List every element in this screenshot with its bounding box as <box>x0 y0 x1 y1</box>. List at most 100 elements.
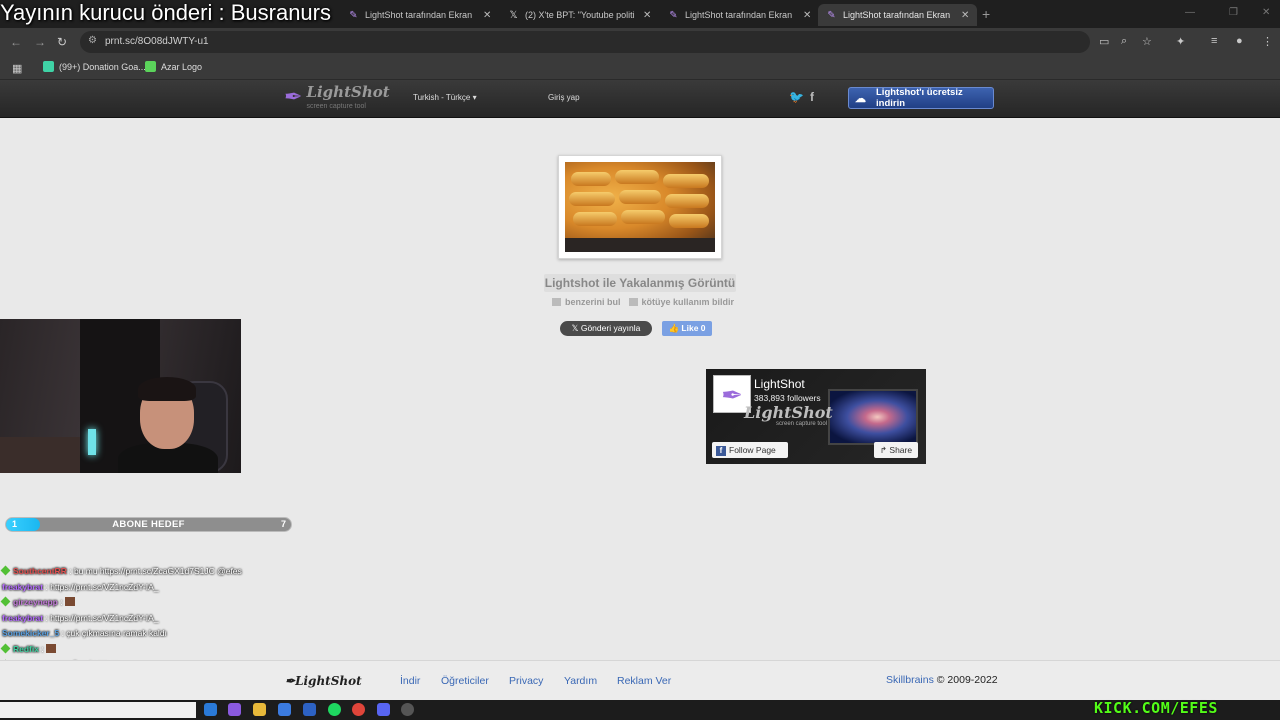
zoom-icon[interactable]: ⌕ <box>1121 35 1127 48</box>
chat-text: : <box>60 597 63 608</box>
login-link[interactable]: Giriş yap <box>548 93 580 102</box>
window-close-icon[interactable]: ✕ <box>1262 7 1270 18</box>
bookmark-favicon-icon <box>145 61 156 72</box>
close-icon[interactable]: ✕ <box>961 10 969 21</box>
forward-icon[interactable]: → <box>34 35 46 49</box>
fb-share-button[interactable]: ↱ Share <box>874 442 918 458</box>
site-settings-icon[interactable]: ⚙ <box>88 35 97 46</box>
brand-tagline: screen capture tool <box>306 103 366 110</box>
close-icon[interactable]: ✕ <box>483 10 491 21</box>
bookmark-star-icon[interactable]: ☆ <box>1142 35 1152 48</box>
find-similar-label: benzerini bul <box>565 297 621 307</box>
edge-icon[interactable] <box>204 703 217 716</box>
company-link[interactable]: Skillbrains <box>886 674 934 686</box>
subscriber-badge-icon <box>0 643 11 654</box>
footer-link-advertise[interactable]: Reklam Ver <box>617 675 671 687</box>
goal-target: 7 <box>280 519 286 529</box>
footer-logo[interactable]: ✒LightShot <box>285 674 362 688</box>
fb-followers-count: 383,893 followers <box>754 393 821 403</box>
spotify-icon[interactable] <box>328 703 341 716</box>
footer-link-tutorials[interactable]: Öğreticiler <box>441 675 489 687</box>
subscriber-badge-icon <box>0 596 11 607</box>
chat-username: Redfix <box>13 643 39 654</box>
chat-username: freakybrat <box>2 612 44 623</box>
download-button[interactable]: ☁ Lightshot'ı ücretsiz indirin <box>848 87 994 109</box>
reading-list-icon[interactable]: ≡ <box>1211 35 1217 47</box>
obs-icon[interactable] <box>401 703 414 716</box>
bookmarks-bar: ▦ (99+) Donation Goa... Azar Logo <box>0 56 1280 80</box>
menu-kebab-icon[interactable]: ⋮ <box>1262 35 1273 48</box>
reload-icon[interactable]: ↻ <box>57 35 67 49</box>
address-bar[interactable]: ⚙ prnt.sc/8O08dJWTY-u1 <box>80 31 1090 53</box>
bookmark-label: Azar Logo <box>161 61 203 72</box>
taskbar-search[interactable] <box>0 702 196 718</box>
copilot-icon[interactable] <box>228 703 241 716</box>
x-logo-icon: 𝕏 <box>509 9 518 21</box>
report-abuse-link[interactable]: kötüye kullanım bildir <box>628 297 735 307</box>
maximize-icon[interactable]: ❐ <box>1229 7 1238 18</box>
chat-message: SouthcentRR : bu mu https://prnt.sc/ZcaG… <box>0 564 302 580</box>
chat-username: SouthcentRR <box>13 566 67 576</box>
discord-icon[interactable] <box>377 703 390 716</box>
webcam-overlay <box>0 319 241 473</box>
lightshot-logo[interactable]: ✒ LightShot screen capture tool <box>284 84 390 110</box>
facebook-like-button[interactable]: 👍 Like 0 <box>662 321 712 336</box>
chat-emote-icon <box>65 597 75 607</box>
fb-follow-button[interactable]: f Follow Page <box>712 442 788 458</box>
fb-cover-tagline: screen capture tool <box>776 421 828 427</box>
apps-grid-icon[interactable]: ▦ <box>12 62 22 75</box>
share-label: Share <box>889 445 913 455</box>
tab-label: LightShot tarafından Ekran Gön <box>843 10 953 20</box>
back-icon[interactable]: ← <box>10 35 22 49</box>
bookmark-azar-logo[interactable]: Azar Logo <box>145 61 202 72</box>
facebook-page-widget[interactable]: ✒ LightShot 383,893 followers LightShot … <box>706 369 926 464</box>
lightshot-footer: ✒LightShot İndir Öğreticiler Privacy Yar… <box>0 660 1280 700</box>
tab-lightshot-2[interactable]: ✎ LightShot tarafından Ekran Gön ✕ <box>660 4 819 26</box>
tweet-label: Gönderi yayınla <box>580 323 641 333</box>
cast-icon[interactable]: ▭ <box>1099 35 1109 48</box>
footer-link-download[interactable]: İndir <box>400 675 420 687</box>
file-explorer-icon[interactable] <box>253 703 266 716</box>
fb-page-name[interactable]: LightShot <box>754 377 805 391</box>
outlook-icon[interactable] <box>303 703 316 716</box>
lightshot-feather-icon: ✎ <box>349 9 358 21</box>
screenshot-image <box>565 162 715 252</box>
chat-message: girzeynepp : <box>0 595 302 611</box>
new-tab-icon[interactable]: + <box>982 6 990 22</box>
x-logo-icon: 𝕏 <box>571 323 579 333</box>
tab-lightshot-1[interactable]: ✎ LightShot tarafından Ekran Gön ✕ <box>340 4 499 26</box>
chrome-icon[interactable] <box>352 703 365 716</box>
bookmark-donation-goal[interactable]: (99+) Donation Goa... <box>43 61 146 72</box>
chat-message: Somekicker_5 : çuk çıkmasına ramak kaldı <box>2 626 302 642</box>
screenshot-image-frame[interactable] <box>558 155 722 259</box>
stream-title-overlay: Yayının kurucu önderi : Busranurs <box>0 0 331 25</box>
lightshot-header: ✒ LightShot screen capture tool Turkish … <box>0 80 1280 118</box>
chat-message: Redfix : <box>0 642 302 658</box>
image-caption: Lightshot ile Yakalanmış Görüntü <box>544 274 736 292</box>
close-icon[interactable]: ✕ <box>803 10 811 21</box>
tab-lightshot-active[interactable]: ✎ LightShot tarafından Ekran Gön ✕ <box>818 4 978 26</box>
minimize-icon[interactable]: — <box>1185 7 1195 18</box>
twitter-icon[interactable]: 🐦 <box>789 90 804 104</box>
bookmark-label: (99+) Donation Goa... <box>59 61 146 72</box>
cloud-download-icon: ☁ <box>855 92 866 105</box>
download-button-label: Lightshot'ı ücretsiz indirin <box>876 87 963 109</box>
share-arrow-icon: ↱ <box>879 445 888 455</box>
language-selector[interactable]: Turkish - Türkçe ▾ <box>413 93 477 102</box>
brand-name: LightShot <box>306 83 390 101</box>
report-abuse-label: kötüye kullanım bildir <box>641 297 735 307</box>
find-similar-link[interactable]: benzerini bul <box>552 297 621 307</box>
footer-link-privacy[interactable]: Privacy <box>509 675 543 687</box>
facebook-icon[interactable]: f <box>810 90 814 104</box>
tab-x-post[interactable]: 𝕏 (2) X'te BPT: "Youtube politikası ✕ <box>500 4 659 26</box>
extensions-icon[interactable]: ✦ <box>1176 35 1185 48</box>
close-icon[interactable]: ✕ <box>643 10 651 21</box>
chat-text: : <box>41 643 44 654</box>
footer-link-help[interactable]: Yardım <box>564 675 597 687</box>
thumbs-up-icon: 👍 <box>668 323 680 333</box>
tweet-button[interactable]: 𝕏 Gönderi yayınla <box>560 321 652 336</box>
profile-avatar-icon[interactable]: ● <box>1236 35 1243 47</box>
store-icon[interactable] <box>278 703 291 716</box>
chat-username: Somekicker_5 <box>2 628 60 639</box>
chat-text: : https://prnt.sc/VZ1ncZdY-IA_ <box>45 612 159 623</box>
